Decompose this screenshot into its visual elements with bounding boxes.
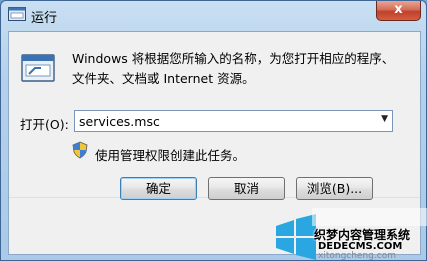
cancel-button[interactable]: 取消 bbox=[208, 177, 285, 200]
watermark-line3: xitongcheng.com bbox=[318, 251, 396, 261]
instructions-text: Windows 将根据您所输入的名称，为您打开相应的程序、文件夹、文档或 Int… bbox=[72, 51, 395, 86]
command-combobox[interactable]: services.msc ▼ bbox=[74, 110, 393, 132]
close-button[interactable]: x bbox=[376, 1, 421, 21]
open-label: 打开(O): bbox=[20, 117, 69, 132]
uac-shield-icon bbox=[72, 141, 88, 159]
chevron-down-icon[interactable]: ▼ bbox=[381, 114, 388, 124]
admin-note: 使用管理权限创建此任务。 bbox=[95, 148, 246, 163]
browse-button[interactable]: 浏览(B)... bbox=[296, 177, 373, 200]
ok-button[interactable]: 确定 bbox=[120, 177, 197, 200]
run-icon bbox=[21, 54, 55, 82]
close-icon: x bbox=[394, 2, 403, 17]
title-bar[interactable]: 运行 x bbox=[1, 1, 426, 32]
command-input[interactable]: services.msc bbox=[79, 114, 160, 129]
run-icon bbox=[8, 7, 26, 21]
window-title: 运行 bbox=[31, 11, 58, 26]
